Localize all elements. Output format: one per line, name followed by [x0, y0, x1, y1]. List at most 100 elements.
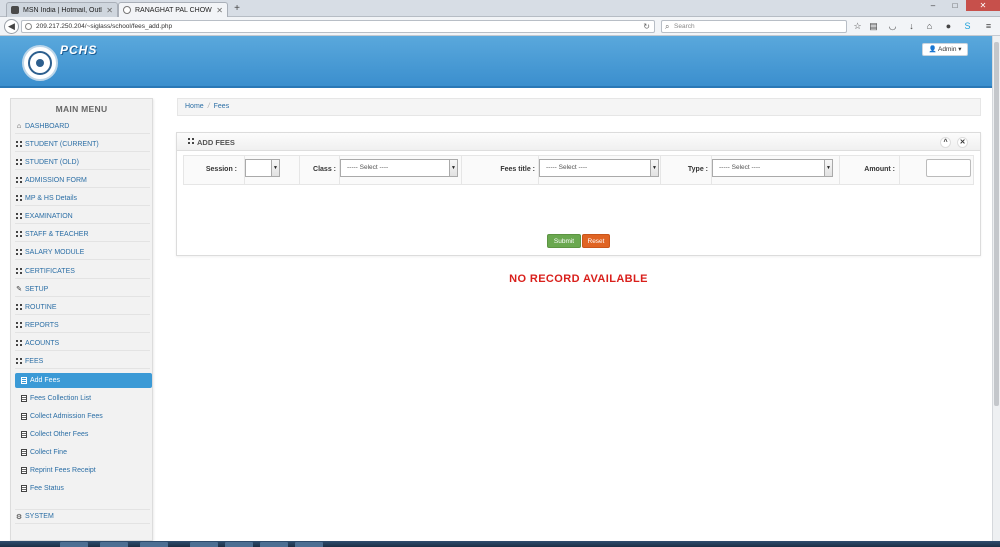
- window-close-button[interactable]: ✕: [966, 0, 1000, 11]
- submenu-item-fees-collection-list[interactable]: Fees Collection List: [15, 391, 152, 406]
- dropdown-arrow-icon: ▼: [271, 160, 279, 176]
- grid-icon: [188, 138, 194, 144]
- document-list-icon: [21, 485, 27, 492]
- grid-icon: [15, 230, 23, 238]
- browser-search-input[interactable]: ⌕ Search: [661, 20, 847, 33]
- taskbar-app-chip[interactable]: [100, 542, 128, 547]
- menu-item-label: STUDENT (OLD): [25, 158, 79, 166]
- menu-item-label: STUDENT (CURRENT): [25, 140, 99, 148]
- new-tab-button[interactable]: +: [231, 3, 243, 14]
- menu-item-label: DASHBOARD: [25, 122, 70, 130]
- submenu-item-add-fees[interactable]: Add Fees: [15, 373, 152, 388]
- brand-title[interactable]: PCHS: [60, 43, 97, 57]
- bookmark-star-icon[interactable]: ☆: [852, 21, 863, 32]
- menu-item-label: ROUTINE: [25, 303, 57, 311]
- fees-title-select[interactable]: ----- Select ---- ▼: [539, 159, 659, 177]
- amount-input[interactable]: [926, 159, 971, 177]
- browser-tab-msn[interactable]: MSN India | Hotmail, Outlo... ✕: [6, 2, 118, 17]
- pocket-icon[interactable]: ◡: [887, 21, 898, 32]
- submenu-item-label: Add Fees: [30, 377, 60, 384]
- submenu-item-collect-other-fees[interactable]: Collect Other Fees: [15, 427, 152, 442]
- submenu-item-label: Collect Fine: [30, 449, 67, 456]
- minimize-button[interactable]: –: [922, 0, 944, 11]
- class-select[interactable]: ----- Select ---- ▼: [340, 159, 458, 177]
- user-icon: 👤: [928, 46, 937, 53]
- grid-icon: [15, 212, 23, 220]
- submenu-item-fee-status[interactable]: Fee Status: [15, 481, 152, 496]
- menu-item-label: STAFF & TEACHER: [25, 230, 89, 238]
- menu-item-admission-form[interactable]: ADMISSION FORM: [15, 173, 150, 188]
- menu-item-label: CERTIFICATES: [25, 267, 75, 275]
- collapse-chevron-up-icon[interactable]: ^: [940, 137, 951, 148]
- session-label-cell: Session :: [184, 156, 245, 184]
- fees-title-selected-value: ----- Select ----: [546, 164, 588, 171]
- menu-item-certificates[interactable]: CERTIFICATES: [15, 264, 150, 279]
- grid-icon: [15, 140, 23, 148]
- msn-favicon-icon: [11, 6, 19, 14]
- home-icon[interactable]: ⌂: [924, 21, 935, 32]
- menu-item-mp-hs-details[interactable]: MP & HS Details: [15, 191, 150, 206]
- menu-item-acounts[interactable]: ACOUNTS: [15, 336, 150, 351]
- taskbar-app-chip[interactable]: [295, 542, 323, 547]
- class-select-cell: ----- Select ---- ▼: [340, 156, 462, 184]
- taskbar-app-chip[interactable]: [140, 542, 168, 547]
- menu-item-routine[interactable]: ROUTINE: [15, 300, 150, 315]
- grid-icon: [15, 357, 23, 365]
- os-taskbar: [0, 541, 1000, 547]
- menu-item-student-current[interactable]: STUDENT (CURRENT): [15, 137, 150, 152]
- taskbar-app-chip[interactable]: [260, 542, 288, 547]
- back-arrow-icon[interactable]: ◀: [4, 19, 19, 34]
- amount-label: Amount :: [864, 166, 895, 173]
- submit-button[interactable]: Submit: [547, 234, 581, 248]
- fees-title-label: Fees title :: [500, 166, 535, 173]
- menu-item-staff-teacher[interactable]: STAFF & TEACHER: [15, 227, 150, 242]
- menu-item-dashboard[interactable]: ⌂ DASHBOARD: [15, 119, 150, 134]
- menu-hamburger-icon[interactable]: ≡: [983, 21, 994, 32]
- menu-item-label: SYSTEM: [25, 513, 54, 520]
- panel-header: ADD FEES ^ ✕: [177, 133, 980, 151]
- reset-button[interactable]: Reset: [582, 234, 610, 248]
- panel-close-icon[interactable]: ✕: [957, 137, 968, 148]
- grid-icon: [15, 339, 23, 347]
- submenu-item-reprint-fees-receipt[interactable]: Reprint Fees Receipt: [15, 463, 152, 478]
- type-selected-value: ----- Select ----: [719, 164, 761, 171]
- menu-item-label: REPORTS: [25, 321, 59, 329]
- submenu-item-collect-fine[interactable]: Collect Fine: [15, 445, 152, 460]
- maximize-button[interactable]: □: [944, 0, 966, 11]
- reading-list-icon[interactable]: ▤: [868, 21, 879, 32]
- chat-icon[interactable]: ●: [943, 21, 954, 32]
- tab-close-icon[interactable]: ✕: [216, 6, 223, 15]
- breadcrumb-home-link[interactable]: Home: [185, 103, 204, 110]
- school-logo-icon[interactable]: [22, 45, 58, 81]
- site-globe-icon: [25, 23, 32, 30]
- type-select[interactable]: ----- Select ---- ▼: [712, 159, 833, 177]
- menu-item-system[interactable]: ⚙ SYSTEM: [15, 509, 150, 524]
- main-menu-title: MAIN MENU: [55, 104, 108, 114]
- submenu-item-collect-admission-fees[interactable]: Collect Admission Fees: [15, 409, 152, 424]
- admin-user-button[interactable]: 👤 Admin ▾: [922, 43, 968, 56]
- add-fees-form-row: Session : ▼ Class : ----- Select ---- ▼ …: [183, 155, 974, 185]
- scrollbar-thumb[interactable]: [994, 42, 999, 406]
- download-icon[interactable]: ↓: [906, 21, 917, 32]
- menu-item-reports[interactable]: REPORTS: [15, 318, 150, 333]
- browser-tab-active[interactable]: RANAGHAT PAL CHOWD... ✕: [118, 2, 228, 17]
- reload-icon[interactable]: ↻: [643, 21, 650, 32]
- session-select[interactable]: ▼: [245, 159, 280, 177]
- document-list-icon: [21, 377, 27, 384]
- breadcrumb-fees-link[interactable]: Fees: [214, 103, 230, 110]
- menu-item-fees[interactable]: FEES: [15, 354, 150, 369]
- page-scrollbar[interactable]: [992, 36, 1000, 541]
- skype-icon[interactable]: S: [962, 21, 973, 32]
- menu-item-student-old[interactable]: STUDENT (OLD): [15, 155, 150, 170]
- dropdown-arrow-icon: ▼: [650, 160, 658, 176]
- menu-item-salary-module[interactable]: SALARY MODULE: [15, 245, 150, 260]
- menu-item-setup[interactable]: ✎ SETUP: [15, 282, 150, 297]
- url-bar[interactable]: 209.217.250.204/~siglass/school/fees_add…: [21, 20, 655, 33]
- grid-icon: [15, 267, 23, 275]
- tab-close-icon[interactable]: ✕: [106, 6, 113, 15]
- menu-item-examination[interactable]: EXAMINATION: [15, 209, 150, 224]
- taskbar-app-chip[interactable]: [225, 542, 253, 547]
- taskbar-app-chip[interactable]: [60, 542, 88, 547]
- session-label: Session :: [205, 166, 237, 173]
- taskbar-app-chip[interactable]: [190, 542, 218, 547]
